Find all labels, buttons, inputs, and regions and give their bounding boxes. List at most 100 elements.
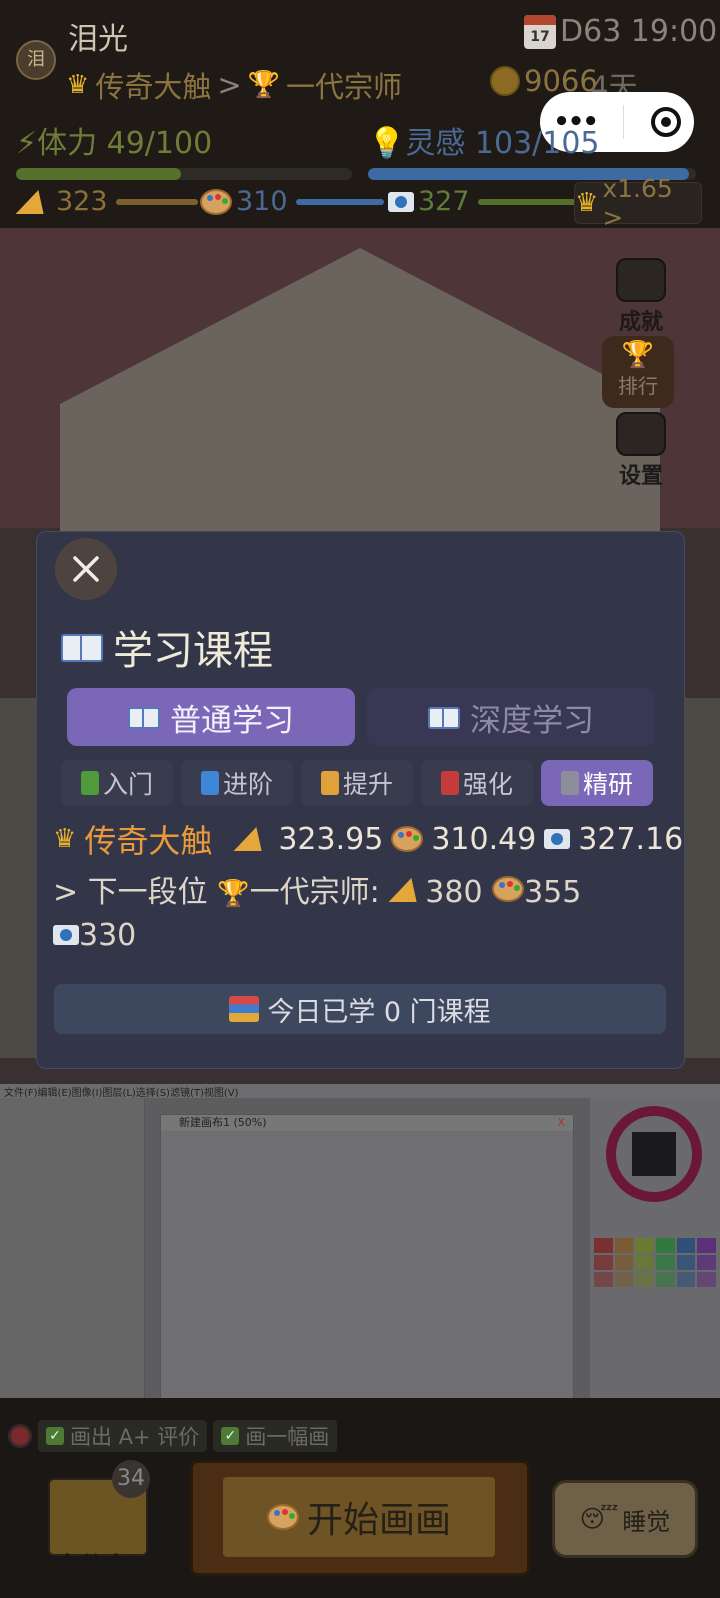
level-tab-beginner[interactable]: 入门 xyxy=(61,760,173,806)
target-icon xyxy=(8,1424,32,1448)
status-bar: 泪 泪光 17 D63 19:00 ♛ 传奇大触 > 🏆 一代宗师 9066 4… xyxy=(0,0,720,232)
daily-tasks: ✓ 画出 A+ 评价 ✓ 画一幅画 xyxy=(8,1420,338,1452)
settings-button[interactable]: 设置 xyxy=(606,412,676,490)
date-display: 17 D63 19:00 xyxy=(524,14,717,49)
skill-observation-value: 327 xyxy=(418,186,470,217)
checkbox-icon: ✓ xyxy=(46,1427,64,1445)
book-icon xyxy=(128,705,160,729)
stat-color: 310.49 xyxy=(431,821,537,857)
level-tab-improve[interactable]: 提升 xyxy=(301,760,413,806)
painter-canvas-window: 新建画布1 (50%) X xyxy=(160,1114,574,1398)
camera-icon xyxy=(544,829,571,849)
color-swatch xyxy=(614,1238,634,1253)
multiplier-button[interactable]: ♛ x1.65 > xyxy=(574,174,702,232)
sleep-button[interactable]: 😴 睡觉 xyxy=(552,1480,698,1558)
next-rank-requirements: > 下一段位 🏆一代宗师: 380 355 330 xyxy=(53,872,653,957)
rank-separator: > xyxy=(217,68,242,102)
sleep-icon: 😴 xyxy=(579,1505,619,1533)
calendar-icon: 17 xyxy=(524,14,556,49)
stamina-text: 体力 49/100 xyxy=(37,126,213,161)
level-tab-mastery[interactable]: 精研 xyxy=(541,760,653,806)
level-tab-strengthen[interactable]: 强化 xyxy=(421,760,533,806)
modal-title: 学习课程 xyxy=(61,618,273,676)
camera-icon xyxy=(53,925,79,945)
stamina-bar xyxy=(16,168,352,180)
ranking-button[interactable]: 🏆 排行 xyxy=(602,336,674,408)
painter-menu-bar: 文件(F)编辑(E)图像(I)图层(L)选择(S)滤镜(T)视图(V) xyxy=(0,1084,720,1099)
books-icon xyxy=(229,996,260,1022)
color-swatch xyxy=(697,1238,716,1253)
trophy-icon: 🏆 xyxy=(621,340,655,370)
level-label: 入门 xyxy=(102,770,153,799)
rank-progress: ♛ 传奇大触 > 🏆 一代宗师 xyxy=(66,64,402,106)
start-drawing-label: 开始画画 xyxy=(306,1500,451,1541)
skill-color-value: 310 xyxy=(236,186,288,217)
course-level-tabs: 入门 进阶 提升 强化 精研 xyxy=(61,760,653,806)
color-swatches xyxy=(594,1238,716,1287)
task-a-plus: ✓ 画出 A+ 评价 xyxy=(38,1420,208,1452)
folder-button[interactable]: 34 文件夹 xyxy=(48,1460,150,1580)
color-swatch xyxy=(676,1272,696,1287)
rank-next: 一代宗师 xyxy=(286,70,403,104)
coin-icon xyxy=(490,66,520,96)
color-swatch xyxy=(635,1272,654,1287)
achievements-button[interactable]: 成就 xyxy=(606,258,676,336)
achievements-label: 成就 xyxy=(618,310,663,335)
close-button[interactable] xyxy=(55,538,117,600)
ranking-label: 排行 xyxy=(618,374,658,398)
rank-name: 传奇大触 xyxy=(84,822,213,860)
painter-canvas-title: 新建画布1 (50%) X xyxy=(161,1115,573,1131)
color-swatch xyxy=(676,1238,696,1253)
day-time: D63 19:00 xyxy=(560,14,718,49)
level-label: 精研 xyxy=(582,770,633,799)
skill-observation: 327 xyxy=(388,186,576,217)
start-drawing-button[interactable]: 开始画画 xyxy=(190,1460,530,1576)
study-mode-tabs: 普通学习 深度学习 xyxy=(67,688,655,746)
skill-composition: 323 xyxy=(15,186,198,217)
avatar[interactable]: 泪 xyxy=(16,40,56,80)
color-wheel xyxy=(606,1106,702,1202)
player-name: 泪光 xyxy=(68,22,128,57)
crown-icon: ♛ xyxy=(66,70,90,100)
book-icon xyxy=(61,632,103,662)
notebook-icon xyxy=(560,771,579,795)
palette-icon xyxy=(200,188,232,215)
level-label: 进阶 xyxy=(222,770,273,799)
next-rank-name: 一代宗师: xyxy=(249,875,380,910)
sleep-label: 睡觉 xyxy=(622,1507,671,1536)
today-study-count: 今日已学 0 门课程 xyxy=(54,984,666,1034)
tab-deep-study[interactable]: 深度学习 xyxy=(367,688,655,746)
color-swatch xyxy=(655,1272,675,1287)
orange-book-icon xyxy=(320,771,339,795)
inspiration-text: 灵感 103/105 xyxy=(405,126,600,161)
task-a-plus-label: 画出 A+ 评价 xyxy=(70,1425,200,1449)
skill-color-bar xyxy=(295,198,384,205)
painter-color-panel xyxy=(590,1098,720,1398)
start-drawing-inner: 开始画画 xyxy=(223,1477,495,1557)
palette-icon xyxy=(391,826,424,852)
skill-observation-bar xyxy=(477,198,576,205)
study-course-modal: 学习课程 普通学习 深度学习 入门 进阶 提升 强化 精研 ♛ 传奇大触 323… xyxy=(36,531,685,1069)
current-rank-stats: ♛ 传奇大触 323.95 310.49 327.16 xyxy=(53,816,683,862)
color-swatch xyxy=(697,1272,716,1287)
trophy-icon: 🏆 xyxy=(247,70,281,100)
checkbox-icon: ✓ xyxy=(221,1427,240,1445)
book-icon xyxy=(428,705,460,729)
skill-color: 310 xyxy=(200,186,384,217)
green-book-icon xyxy=(80,771,99,795)
ruler-icon xyxy=(388,878,426,902)
level-tab-advanced[interactable]: 进阶 xyxy=(181,760,293,806)
color-swatch xyxy=(594,1238,613,1253)
next-observation: 330 xyxy=(79,918,137,953)
canvas-title-text: 新建画布1 (50%) xyxy=(179,1116,267,1129)
today-count-text: 今日已学 0 门课程 xyxy=(267,996,491,1028)
close-miniprogram-icon[interactable] xyxy=(650,107,681,137)
stamina-label: ⚡体力 49/100 xyxy=(16,126,213,161)
medal-icon xyxy=(616,258,666,302)
tab-normal-study[interactable]: 普通学习 xyxy=(67,688,355,746)
task-draw-label: 画一幅画 xyxy=(245,1425,330,1449)
color-swatch xyxy=(614,1272,634,1287)
painter-tools-panel xyxy=(0,1098,145,1398)
color-swatch xyxy=(655,1255,675,1270)
capsule-divider xyxy=(623,105,625,139)
